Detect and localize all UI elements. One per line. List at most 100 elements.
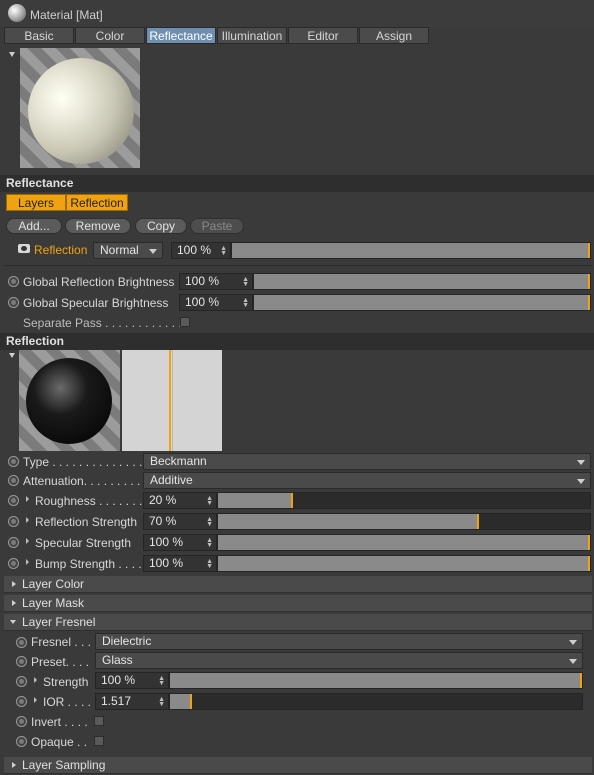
- spinner-icon[interactable]: ▲ ▼: [158, 675, 165, 687]
- global-reflection-field[interactable]: 100 % ▲ ▼: [179, 273, 253, 290]
- tab-color[interactable]: Color: [75, 27, 145, 44]
- animate-radio-icon[interactable]: [8, 475, 19, 486]
- specular-strength-field[interactable]: 100 % ▲ ▼: [143, 534, 217, 551]
- slider-handle[interactable]: [580, 673, 582, 688]
- spinner-icon[interactable]: ▲ ▼: [206, 558, 213, 570]
- animate-radio-icon[interactable]: [8, 456, 19, 467]
- layer-sampling-label: Layer Sampling: [22, 758, 106, 772]
- slider-fill: [218, 493, 292, 508]
- spinner-icon[interactable]: ▲ ▼: [158, 696, 165, 708]
- spinner-icon[interactable]: ▲ ▼: [242, 297, 249, 309]
- layer-opacity-field[interactable]: 100 % ▲ ▼: [171, 242, 231, 259]
- paste-button[interactable]: Paste: [190, 218, 244, 234]
- preset-label: Preset. . . .: [31, 655, 90, 669]
- slider-handle[interactable]: [588, 535, 590, 550]
- dropdown-arrow-icon: [577, 460, 585, 465]
- expand-arrow-icon[interactable]: [26, 496, 29, 502]
- global-reflection-slider[interactable]: [253, 273, 591, 290]
- layers-tab-button[interactable]: Layers: [6, 194, 66, 211]
- layer-fresnel-group[interactable]: Layer Fresnel: [4, 614, 592, 631]
- global-specular-field[interactable]: 100 % ▲ ▼: [179, 294, 253, 311]
- slider-handle[interactable]: [588, 556, 590, 571]
- expand-arrow-icon: [12, 600, 16, 606]
- reflection-strength-field[interactable]: 70 % ▲ ▼: [143, 513, 217, 530]
- add-button[interactable]: Add...: [6, 218, 62, 234]
- animate-radio-icon[interactable]: [8, 516, 19, 527]
- eye-icon[interactable]: [18, 244, 30, 253]
- spinner-icon[interactable]: ▲ ▼: [206, 537, 213, 549]
- reflection-layer-tab-button[interactable]: Reflection: [66, 194, 128, 211]
- layer-name[interactable]: Reflection: [34, 243, 87, 257]
- slider-handle[interactable]: [588, 295, 590, 310]
- reflection-preview-collapse-icon[interactable]: [9, 353, 15, 358]
- preset-value: Glass: [102, 653, 133, 667]
- slider-handle[interactable]: [588, 274, 590, 289]
- fresnel-label: Fresnel . . .: [31, 635, 92, 649]
- tab-editor[interactable]: Editor: [288, 27, 358, 44]
- animate-radio-icon[interactable]: [16, 637, 27, 648]
- tab-reflectance[interactable]: Reflectance: [146, 27, 216, 44]
- layer-mask-group[interactable]: Layer Mask: [4, 595, 592, 612]
- slider-handle[interactable]: [588, 243, 590, 258]
- bump-strength-field[interactable]: 100 % ▲ ▼: [143, 555, 217, 572]
- tab-illumination[interactable]: Illumination: [217, 27, 287, 44]
- invert-checkbox[interactable]: [94, 716, 104, 726]
- expand-arrow-icon[interactable]: [26, 538, 29, 544]
- type-dropdown[interactable]: Beckmann: [143, 453, 591, 470]
- animate-radio-icon[interactable]: [8, 537, 19, 548]
- spinner-icon[interactable]: ▲ ▼: [220, 245, 227, 257]
- spinner-icon[interactable]: ▲ ▼: [242, 276, 249, 288]
- bump-strength-slider[interactable]: [217, 555, 591, 572]
- fresnel-strength-slider[interactable]: [169, 672, 583, 689]
- animate-radio-icon[interactable]: [8, 558, 19, 569]
- layer-sampling-group[interactable]: Layer Sampling: [4, 757, 592, 774]
- type-value: Beckmann: [150, 454, 207, 468]
- ior-label: IOR . . . .: [43, 695, 92, 709]
- animate-radio-icon[interactable]: [8, 495, 19, 506]
- layer-color-label: Layer Color: [22, 577, 85, 591]
- expand-arrow-icon[interactable]: [34, 677, 37, 683]
- opaque-checkbox[interactable]: [94, 736, 104, 746]
- animate-radio-icon[interactable]: [8, 297, 19, 308]
- separate-pass-checkbox[interactable]: [180, 317, 190, 327]
- fresnel-strength-field[interactable]: 100 % ▲ ▼: [95, 672, 169, 689]
- tab-assign[interactable]: Assign: [359, 27, 429, 44]
- attenuation-label: Attenuation. . . . . . . . . .: [23, 474, 148, 488]
- layer-color-group[interactable]: Layer Color: [4, 576, 592, 593]
- tab-basic[interactable]: Basic: [4, 27, 74, 44]
- animate-radio-icon[interactable]: [16, 696, 27, 707]
- expand-arrow-icon[interactable]: [34, 697, 37, 703]
- slider-handle[interactable]: [477, 514, 479, 529]
- global-specular-slider[interactable]: [253, 294, 591, 311]
- dropdown-arrow-icon: [569, 659, 577, 664]
- animate-radio-icon[interactable]: [16, 716, 27, 727]
- reflection-strength-slider[interactable]: [217, 513, 591, 530]
- animate-radio-icon[interactable]: [8, 276, 19, 287]
- slider-handle[interactable]: [190, 694, 192, 709]
- spinner-icon[interactable]: ▲ ▼: [206, 516, 213, 528]
- animate-radio-icon[interactable]: [16, 676, 27, 687]
- expand-arrow-icon[interactable]: [26, 517, 29, 523]
- roughness-field[interactable]: 20 % ▲ ▼: [143, 492, 217, 509]
- separate-pass-label: Separate Pass . . . . . . . . . . . . .: [23, 316, 189, 330]
- animate-radio-icon[interactable]: [16, 656, 27, 667]
- preview-collapse-icon[interactable]: [9, 52, 15, 57]
- slider-fill: [232, 243, 590, 258]
- collapse-arrow-icon: [10, 620, 16, 624]
- animate-radio-icon[interactable]: [16, 736, 27, 747]
- blend-mode-dropdown[interactable]: Normal: [93, 242, 163, 259]
- spinner-icon[interactable]: ▲ ▼: [206, 495, 213, 507]
- slider-handle[interactable]: [291, 493, 293, 508]
- expand-arrow-icon[interactable]: [26, 559, 29, 565]
- fresnel-dropdown[interactable]: Dielectric: [95, 633, 583, 650]
- specular-strength-slider[interactable]: [217, 534, 591, 551]
- ior-slider[interactable]: [169, 693, 583, 710]
- layer-opacity-slider[interactable]: [231, 242, 591, 259]
- attenuation-dropdown[interactable]: Additive: [143, 472, 591, 489]
- remove-button[interactable]: Remove: [65, 218, 131, 234]
- copy-button[interactable]: Copy: [135, 218, 187, 234]
- ior-field[interactable]: 1.517 ▲ ▼: [95, 693, 169, 710]
- divider: [4, 265, 592, 266]
- preset-dropdown[interactable]: Glass: [95, 652, 583, 669]
- roughness-slider[interactable]: [217, 492, 591, 509]
